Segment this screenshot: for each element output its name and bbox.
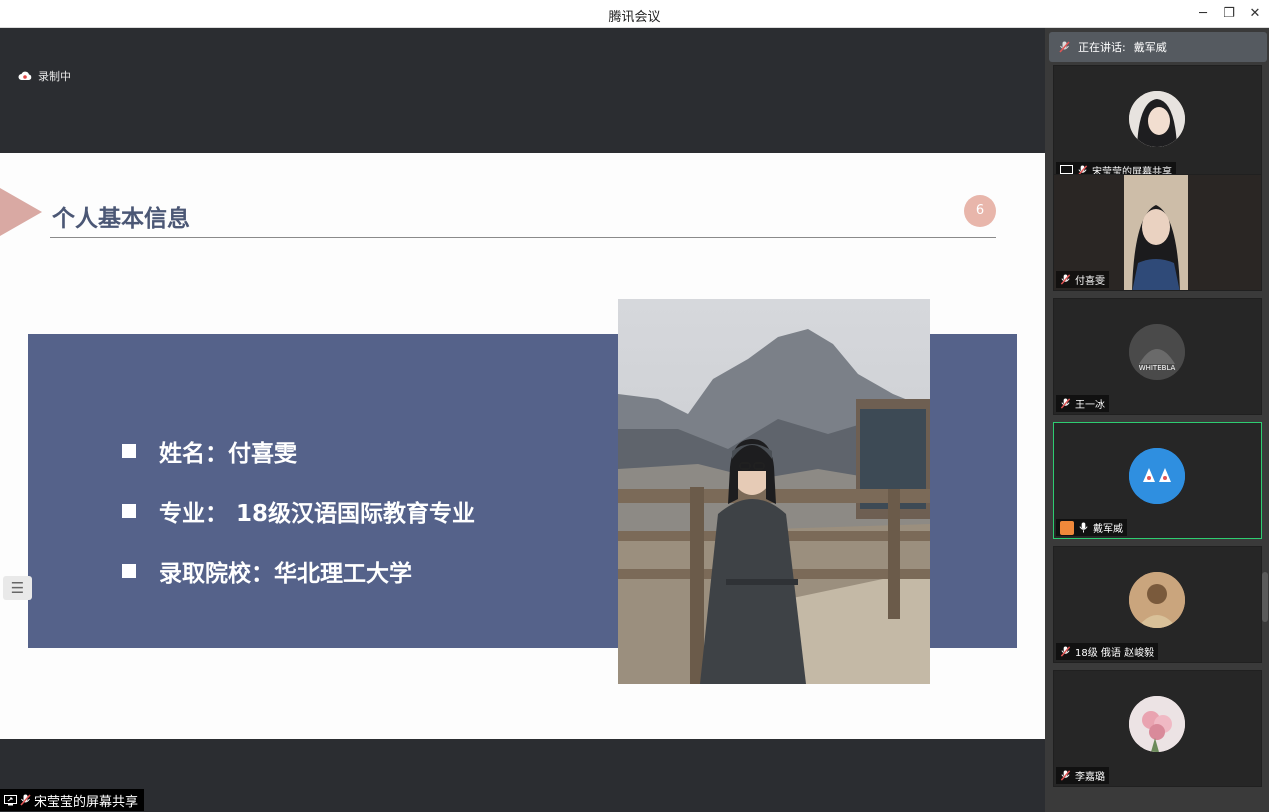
mic-muted-icon: [1060, 398, 1071, 409]
participant-avatar: [1129, 572, 1185, 628]
info-text: 姓名：付喜雯: [159, 441, 297, 467]
screen-share-bar[interactable]: 宋莹莹的屏幕共享: [0, 789, 145, 811]
minimize-button[interactable]: ─: [1192, 4, 1214, 24]
speaking-label: 正在讲话:: [1078, 41, 1126, 54]
mic-muted-icon: [1060, 274, 1071, 285]
participant-tile[interactable]: 18级 俄语 赵峻毅: [1053, 546, 1262, 663]
screen-share-label: 宋莹莹的屏幕共享: [34, 794, 139, 810]
participant-name: 戴军威: [1093, 524, 1123, 535]
speaking-indicator: 正在讲话: 戴军威: [1049, 32, 1267, 62]
participant-avatar: [1129, 448, 1185, 504]
participant-tile[interactable]: 宋莹莹的屏幕共享: [1053, 65, 1262, 182]
mic-muted-icon: [1059, 41, 1070, 53]
recording-label: 录制中: [38, 70, 71, 83]
participant-tile[interactable]: 李嘉璐: [1053, 670, 1262, 787]
participant-tile[interactable]: WHITEBLA 王一冰: [1053, 298, 1262, 415]
slide-page-number: 6: [964, 195, 996, 227]
participant-tile[interactable]: 付喜雯: [1053, 174, 1262, 291]
title-divider: [50, 237, 996, 238]
slide-title: 个人基本信息: [52, 206, 190, 232]
participant-name-tag: 李嘉璐: [1056, 767, 1109, 784]
window-titlebar: 腾讯会议 ─ ❐ ✕: [0, 0, 1269, 28]
host-badge-icon: [1060, 520, 1074, 535]
info-text: 录取院校：华北理工大学: [159, 561, 412, 587]
participant-name-tag: 18级 俄语 赵峻毅: [1056, 643, 1159, 660]
info-item-major: 专业： 18级汉语国际教育专业: [122, 494, 475, 528]
cloud-recording-icon: [18, 71, 32, 80]
mic-icon: [1079, 522, 1088, 533]
participant-avatar: [1129, 696, 1185, 752]
participant-tile-active[interactable]: 戴军威: [1053, 422, 1262, 539]
info-item-school: 录取院校：华北理工大学: [122, 554, 412, 588]
mic-muted-icon: [20, 794, 31, 806]
participant-name: 李嘉璐: [1075, 772, 1105, 783]
title-accent-triangle: [0, 188, 42, 236]
square-bullet-icon: [122, 444, 136, 458]
participant-name-tag: 王一冰: [1056, 395, 1109, 412]
screen-share-icon: [4, 794, 17, 805]
close-button[interactable]: ✕: [1244, 4, 1266, 24]
mic-muted-icon: [1060, 770, 1071, 781]
participant-name-tag: 戴军威: [1056, 519, 1127, 536]
info-text: 专业： 18级汉语国际教育专业: [159, 501, 476, 527]
restore-button[interactable]: ❐: [1218, 4, 1240, 24]
participant-name: 王一冰: [1075, 400, 1105, 411]
participants-sidebar: 正在讲话: 戴军威 宋莹莹的屏幕共享 付喜雯 WHITEBLA 王一冰 戴军威 …: [1045, 28, 1269, 812]
mic-muted-icon: [1060, 646, 1071, 657]
participant-name: 18级 俄语 赵峻毅: [1075, 648, 1155, 659]
sidebar-scrollbar[interactable]: [1262, 572, 1268, 622]
avatar-text: WHITEBLA: [1139, 364, 1176, 372]
shared-screen-stage: 录制中 个人基本信息 6 姓名：付喜雯 专业： 18级汉语国际教育专业 录取院校…: [0, 28, 1045, 812]
participant-avatar: WHITEBLA: [1129, 324, 1185, 380]
profile-photo: [618, 299, 930, 684]
recording-indicator: 录制中: [18, 68, 71, 84]
square-bullet-icon: [122, 504, 136, 518]
participant-name: 付喜雯: [1075, 276, 1105, 287]
slide-list-button[interactable]: ☰: [3, 576, 32, 600]
window-title: 腾讯会议: [608, 10, 661, 25]
participant-name-tag: 付喜雯: [1056, 271, 1109, 288]
square-bullet-icon: [122, 564, 136, 578]
info-item-name: 姓名：付喜雯: [122, 434, 297, 468]
participant-avatar: [1129, 91, 1185, 147]
presentation-slide: 个人基本信息 6 姓名：付喜雯 专业： 18级汉语国际教育专业 录取院校：华北理…: [0, 153, 1045, 739]
speaking-name: 戴军威: [1133, 41, 1167, 54]
